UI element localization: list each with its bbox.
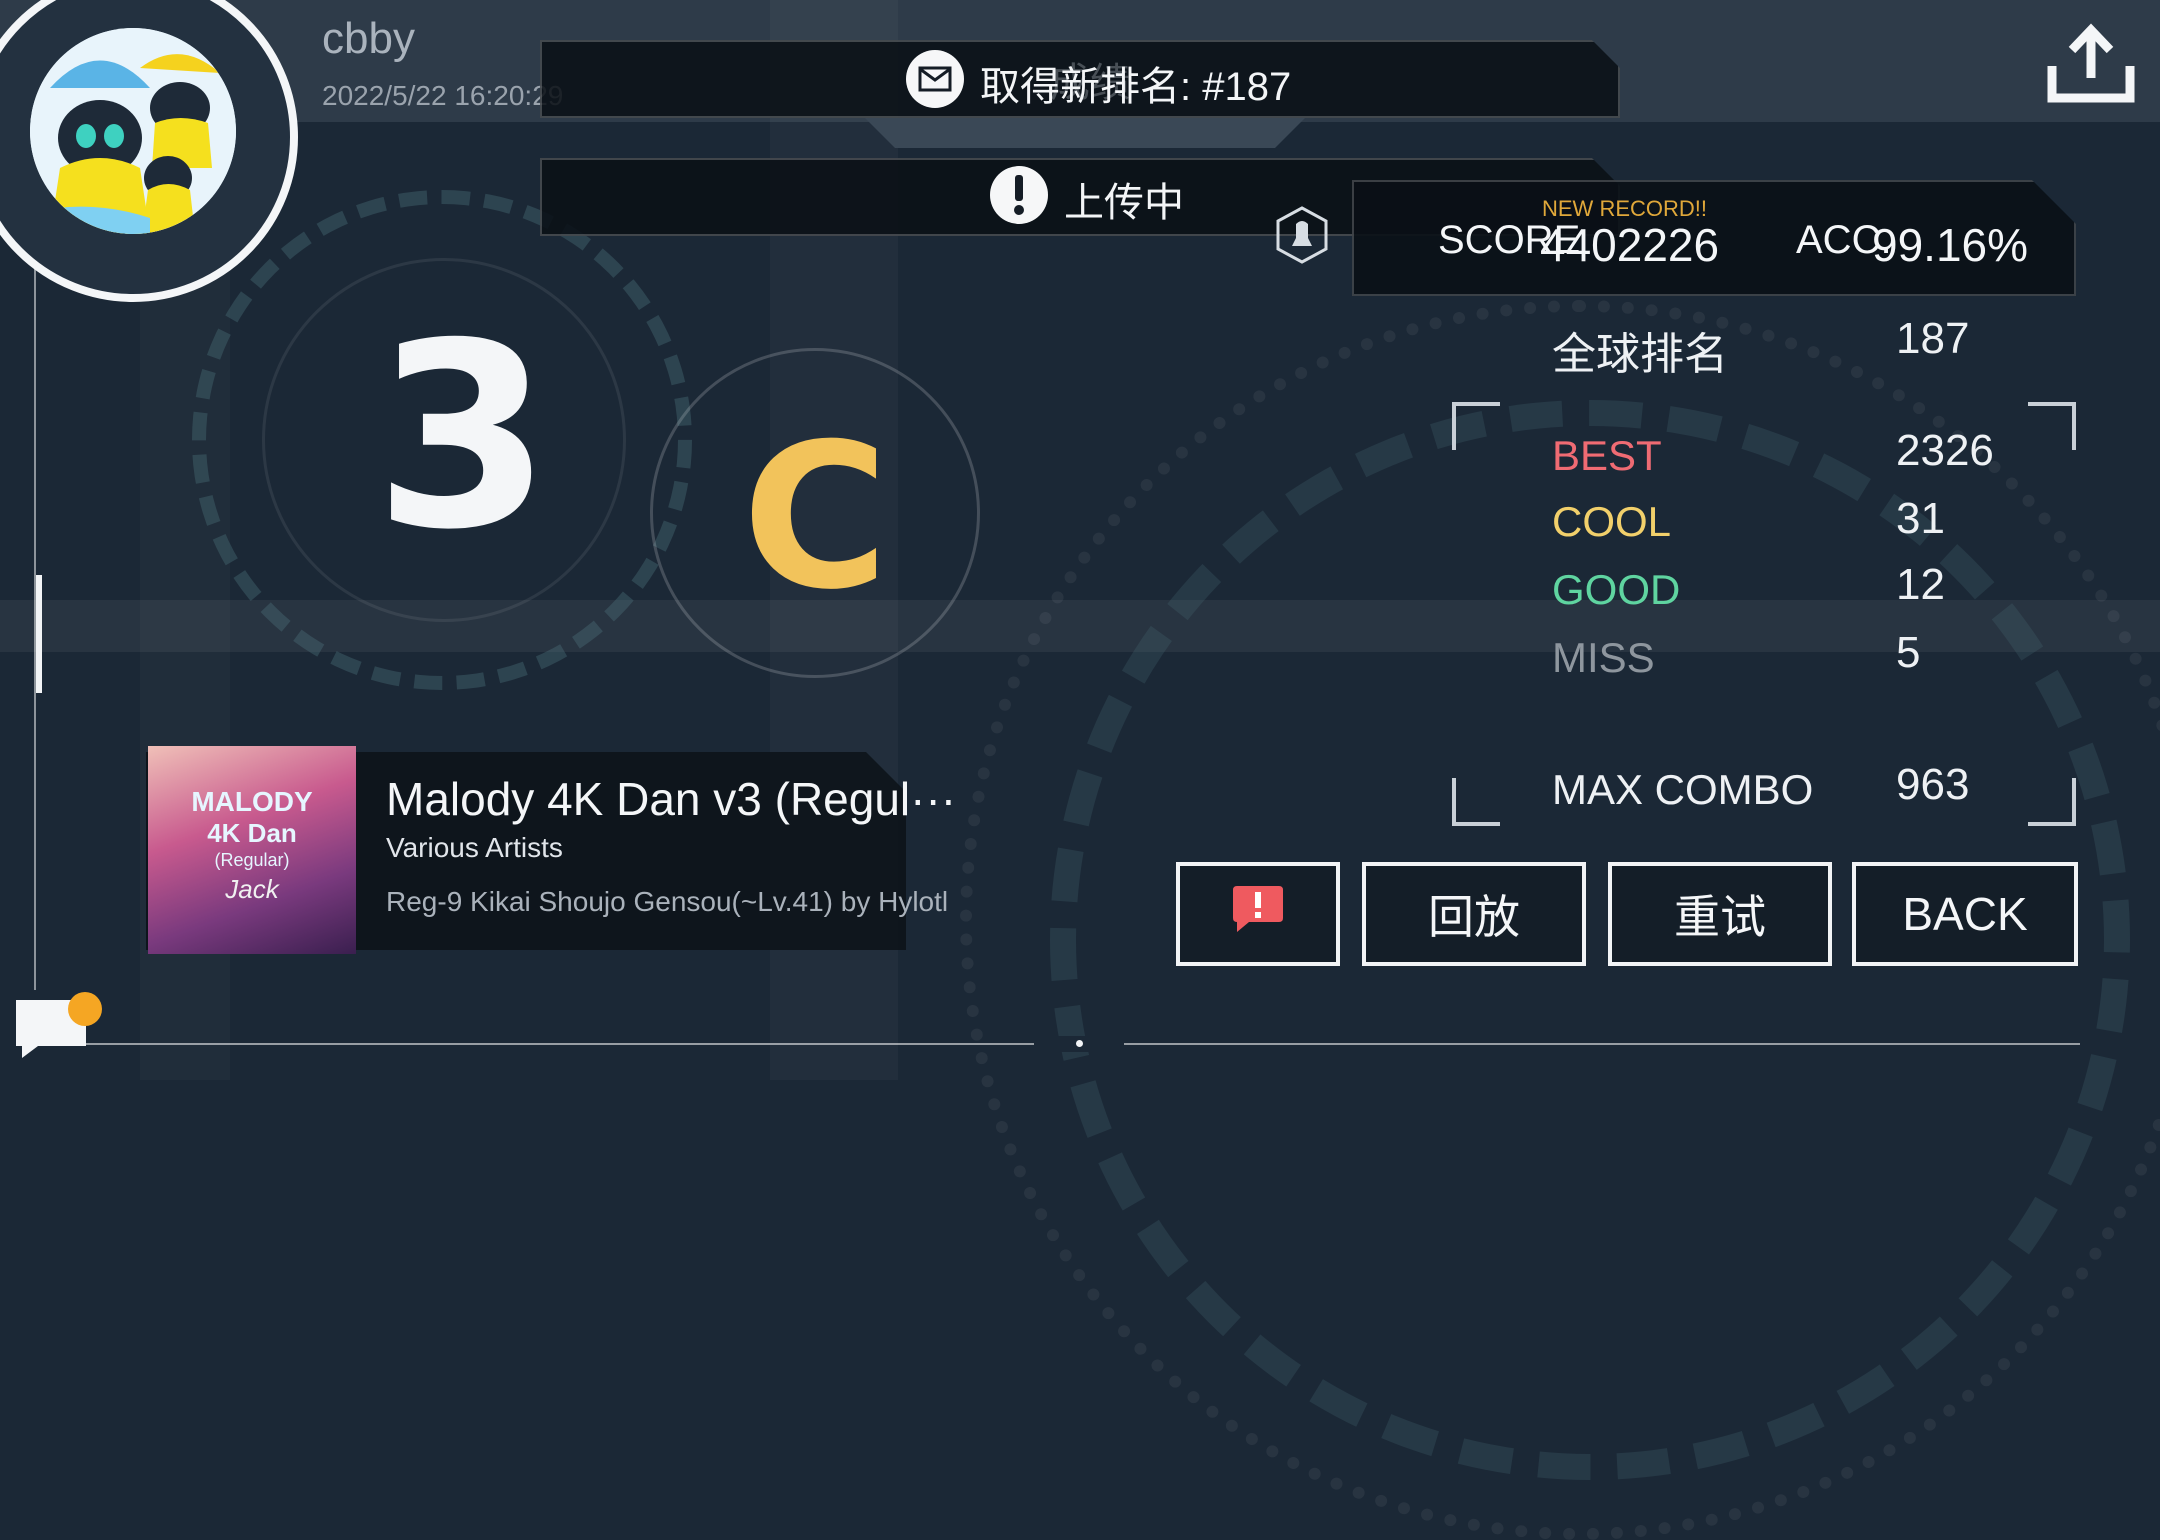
song-title: Malody 4K Dan v3 (Regul··· <box>386 773 957 825</box>
page-indicator-dot <box>1076 1040 1083 1047</box>
stats-bracket <box>2028 402 2076 450</box>
stats-bracket <box>1452 402 1500 450</box>
play-datetime: 2022/5/22 16:20:29 <box>322 80 564 111</box>
back-button[interactable]: BACK <box>1852 862 2078 966</box>
song-cover: MALODY 4K Dan (Regular) Jack <box>148 746 356 954</box>
judgement-best-label: BEST <box>1552 432 1662 479</box>
report-button[interactable] <box>1176 862 1340 966</box>
judgement-miss-value: 5 <box>1896 628 1921 677</box>
new-rank-message: 取得新排名: #187 <box>980 65 1292 109</box>
avatar[interactable] <box>30 28 236 234</box>
replay-button[interactable]: 回放 <box>1362 862 1586 966</box>
judgement-best-value: 2326 <box>1896 426 1994 475</box>
exclamation-icon <box>990 166 1048 224</box>
banner-tab <box>865 118 1305 148</box>
global-rank-value: 187 <box>1896 314 1970 363</box>
username: cbby <box>322 14 415 63</box>
max-combo-value: 963 <box>1896 760 1970 809</box>
stats-bracket <box>1452 778 1500 826</box>
avatar-illustration <box>30 28 236 234</box>
judgement-good-value: 12 <box>1896 560 1945 609</box>
left-marker <box>36 575 42 693</box>
chart-info: Reg-9 Kikai Shoujo Gensou(~Lv.41) by Hyl… <box>386 886 949 917</box>
rank-grade: C <box>742 401 889 634</box>
stats-bracket <box>2028 778 2076 826</box>
accuracy-value: 99.16% <box>1872 219 2029 271</box>
judgement-miss-label: MISS <box>1552 634 1655 681</box>
upload-status: 上传中 <box>1064 181 1184 225</box>
cover-text: MALODY <box>191 786 313 817</box>
global-rank-label: 全球排名 <box>1552 330 1728 379</box>
judgement-cool-value: 31 <box>1896 494 1945 543</box>
judgement-good-label: GOOD <box>1552 566 1681 613</box>
retry-button[interactable]: 重试 <box>1608 862 1832 966</box>
cover-text: (Regular) <box>214 850 290 870</box>
song-artist: Various Artists <box>386 832 563 863</box>
cover-text: Jack <box>225 874 279 904</box>
difficulty-level: 3 <box>374 289 552 586</box>
cover-text: 4K Dan <box>207 818 297 848</box>
share-upload-icon[interactable] <box>2046 22 2136 104</box>
mail-icon <box>906 50 964 108</box>
medal-icon <box>1276 206 1328 264</box>
max-combo-label: MAX COMBO <box>1552 766 1814 813</box>
notification-dot <box>68 992 102 1026</box>
report-icon <box>1231 884 1285 945</box>
score-value: 4402226 <box>1540 219 1720 271</box>
judgement-cool-label: COOL <box>1552 498 1672 545</box>
